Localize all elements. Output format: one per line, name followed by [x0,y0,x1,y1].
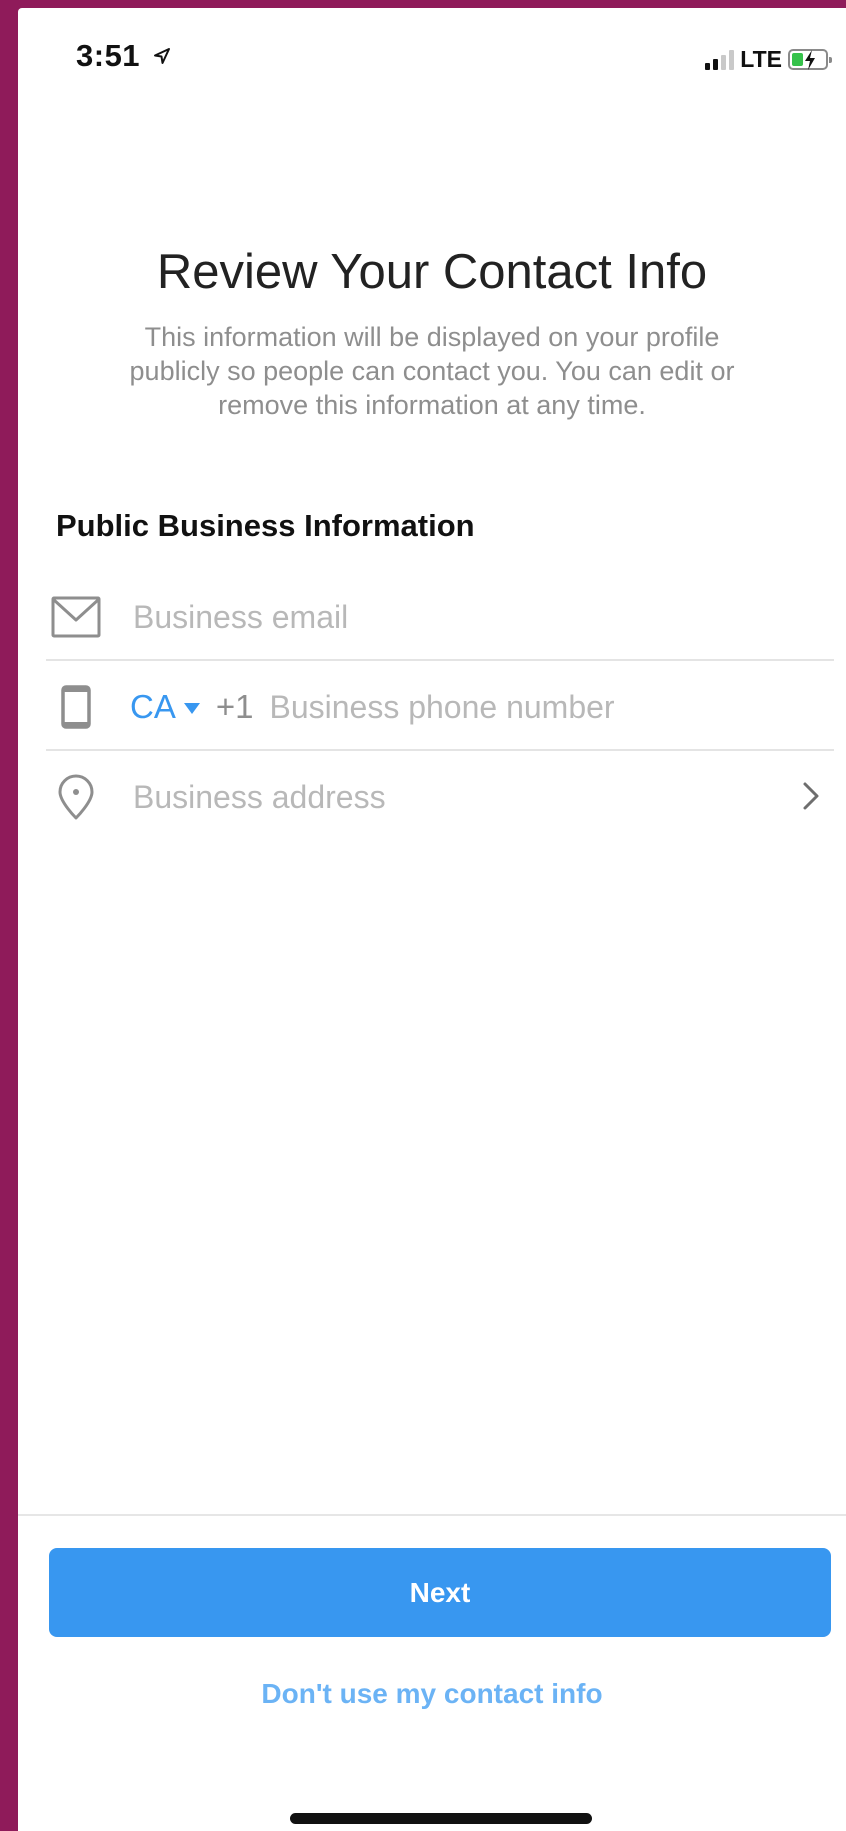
location-arrow-icon [153,37,171,73]
envelope-icon [46,596,106,638]
network-type: LTE [740,46,782,72]
status-indicators: LTE [705,46,832,73]
country-code-selector[interactable]: CA [130,688,200,726]
chevron-right-icon [802,781,820,816]
dont-use-contact-info-link[interactable]: Don't use my contact info [18,1678,846,1710]
section-title: Public Business Information [56,508,475,543]
app-screen: 3:51 LTE Review Your Contact Info This i… [18,8,846,1831]
location-pin-icon [46,773,106,821]
page-subtitle: This information will be displayed on yo… [129,322,735,420]
next-button[interactable]: Next [49,1548,831,1637]
caret-down-icon [183,702,200,714]
divider [46,659,834,661]
divider [46,749,834,751]
status-time-text: 3:51 [76,38,141,73]
business-email-placeholder: Business email [133,598,349,635]
status-time: 3:51 [76,38,171,74]
business-email-field[interactable]: Business email [46,573,834,661]
phone-icon [46,685,106,729]
business-address-field[interactable]: Business address [46,753,834,841]
dial-code: +1 [215,688,254,725]
footer-divider [18,1514,846,1516]
page-title: Review Your Contact Info [156,245,708,299]
business-address-placeholder: Business address [133,778,386,815]
country-code-label: CA [130,688,176,725]
business-phone-field[interactable]: CA +1 Business phone number [46,663,834,751]
signal-icon [705,49,735,70]
home-indicator[interactable] [290,1813,592,1824]
battery-icon [788,49,832,70]
business-phone-placeholder: Business phone number [269,688,615,725]
